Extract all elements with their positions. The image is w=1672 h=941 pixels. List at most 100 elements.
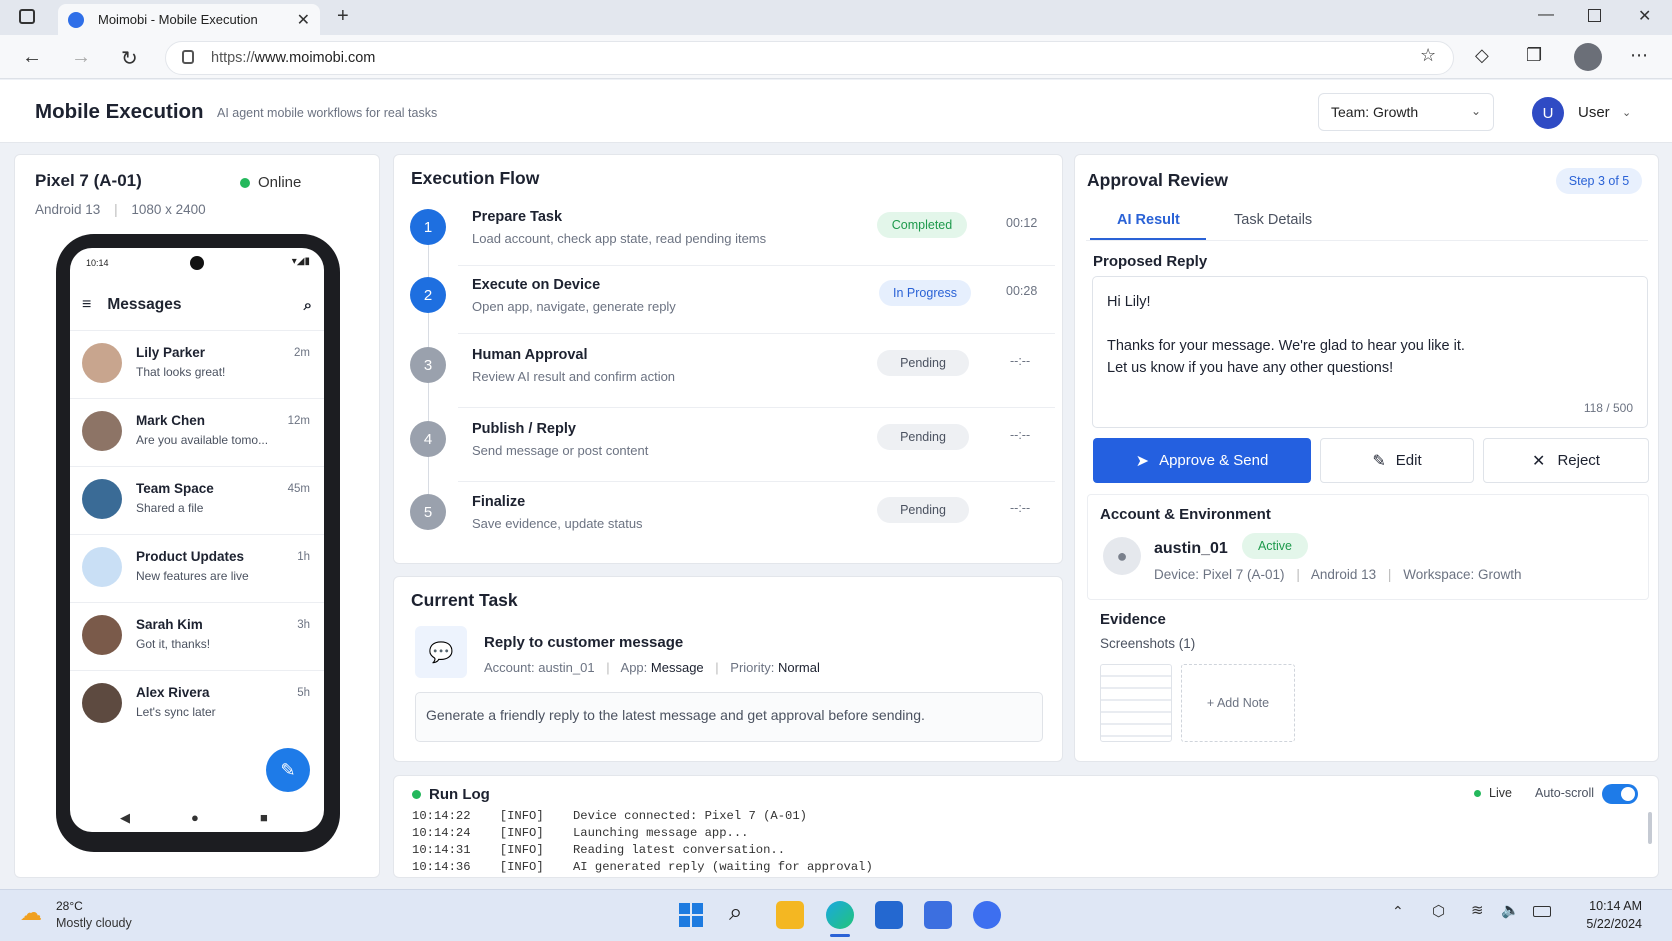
forward-icon[interactable]: → (71, 46, 91, 69)
phone-screen[interactable]: 10:14 ▾◢▮ ≡ Messages ⌕ Lily Parker That … (70, 248, 324, 832)
battery-icon[interactable] (1533, 906, 1551, 917)
lock-icon (182, 50, 194, 64)
contact-avatar (82, 547, 122, 587)
log-message: AI generated reply (waiting for approval… (572, 860, 873, 874)
conversation-row[interactable]: Team Space Shared a file 45m (70, 466, 324, 534)
conversation-row[interactable]: Product Updates New features are live 1h (70, 534, 324, 602)
status-badge: Completed (877, 212, 967, 238)
message-preview: Got it, thanks! (136, 637, 211, 651)
step-time: 00:28 (1006, 284, 1038, 298)
evidence-title: Evidence (1100, 611, 1166, 628)
extensions-icon[interactable]: ◇ (1475, 45, 1489, 66)
autoscroll-toggle[interactable] (1602, 784, 1638, 804)
phone-back-icon[interactable]: ◀ (120, 810, 130, 826)
volume-icon[interactable]: 🔈 (1501, 901, 1520, 919)
edit-button[interactable]: ✎ Edit (1320, 438, 1474, 483)
conversation-row[interactable]: Lily Parker That looks great! 2m (70, 330, 324, 398)
phone-recents-icon[interactable]: ■ (260, 810, 268, 825)
more-options-icon[interactable]: ⋯ (1630, 45, 1648, 66)
conversation-row[interactable]: Alex Rivera Let's sync later 5h (70, 670, 324, 738)
favorite-star-icon[interactable]: ☆ (1420, 45, 1436, 66)
phone-time: 10:14 (86, 258, 109, 268)
log-time: 10:14:24 (412, 826, 471, 840)
new-tab-icon[interactable]: + (337, 5, 349, 28)
reload-icon[interactable]: ↻ (121, 46, 138, 71)
approve-send-button[interactable]: ➤ Approve & Send (1093, 438, 1311, 483)
flow-step-3[interactable]: 3 Human Approval Review AI result and co… (410, 347, 1055, 413)
conversation-row[interactable]: Sarah Kim Got it, thanks! 3h (70, 602, 324, 670)
tray-chevron-up-icon[interactable]: ⌃ (1392, 903, 1404, 920)
flow-step-4[interactable]: 4 Publish / Reply Send message or post c… (410, 421, 1055, 487)
reject-button[interactable]: ✕ Reject (1483, 438, 1649, 483)
moimobi-app-icon[interactable] (924, 901, 952, 929)
tab-divider (1086, 240, 1648, 241)
phone-home-icon[interactable]: ● (191, 810, 199, 825)
message-preview: That looks great! (136, 365, 226, 379)
log-line: 10:14:22 [INFO] Device connected: Pixel … (412, 809, 807, 823)
maximize-icon[interactable] (1588, 9, 1601, 22)
close-window-icon[interactable]: ✕ (1638, 6, 1651, 26)
message-preview: Let's sync later (136, 705, 216, 719)
user-chevron-down-icon[interactable]: ⌄ (1622, 106, 1631, 119)
profile-avatar-icon[interactable] (1574, 43, 1602, 71)
browser-tab[interactable]: Moimobi - Mobile Execution ✕ (58, 4, 320, 35)
back-icon[interactable]: ← (22, 46, 42, 69)
page-subtitle: AI agent mobile workflows for real tasks (217, 106, 438, 120)
send-icon: ➤ (1135, 452, 1150, 470)
clock-date[interactable]: 5/22/2024 (1578, 917, 1642, 931)
log-message: Launching message app... (572, 826, 749, 840)
flow-step-5[interactable]: 5 Finalize Save evidence, update status … (410, 494, 1055, 560)
live-status-dot (1474, 789, 1481, 797)
app-store-icon[interactable] (973, 901, 1001, 929)
minimize-icon[interactable]: — (1538, 6, 1554, 24)
menu-icon[interactable]: ≡ (82, 296, 91, 314)
tray-shield-icon[interactable]: ⬡ (1432, 902, 1445, 920)
tab-ai-result[interactable]: AI Result (1117, 212, 1180, 228)
tab-actions-icon[interactable] (19, 9, 35, 24)
step-description: Send message or post content (472, 443, 649, 458)
edge-browser-icon[interactable] (826, 901, 854, 929)
proposed-reply-textarea[interactable]: Hi Lily! Thanks for your message. We're … (1092, 276, 1648, 428)
step-name: Prepare Task (472, 209, 563, 225)
taskbar-search-icon[interactable]: ⌕ (729, 899, 742, 927)
screenshot-thumbnail[interactable] (1100, 664, 1172, 742)
messages-header: ≡ Messages ⌕ (70, 280, 324, 330)
compose-pencil-icon[interactable]: ✎ (266, 748, 310, 792)
conversation-row[interactable]: Mark Chen Are you available tomo... 12m (70, 398, 324, 466)
step-time: --:-- (1010, 428, 1031, 442)
windows-start-icon[interactable] (679, 903, 703, 927)
log-scrollbar[interactable] (1648, 812, 1652, 844)
url-input[interactable]: https://www.moimobi.com (165, 41, 1454, 75)
contact-avatar (82, 683, 122, 723)
clock-time[interactable]: 10:14 AM (1582, 899, 1642, 913)
message-time: 2m (294, 347, 310, 359)
close-icon: ✕ (1532, 452, 1546, 470)
weather-cloud-icon[interactable]: ☁ (20, 900, 42, 926)
add-note-button[interactable]: + Add Note (1181, 664, 1295, 742)
search-icon[interactable]: ⌕ (304, 297, 312, 314)
site-favicon-icon (68, 11, 84, 28)
priority-label: Priority: (730, 660, 775, 675)
device-name: Pixel 7 (A-01) (35, 171, 142, 190)
reply-line: Hi Lily! (1107, 294, 1151, 310)
step-time: 00:12 (1006, 216, 1038, 230)
message-preview: New features are live (136, 569, 249, 583)
file-explorer-icon[interactable] (776, 901, 804, 929)
team-select[interactable]: Team: Growth ⌄ (1318, 93, 1494, 131)
account-avatar-icon: ● (1103, 537, 1141, 575)
close-tab-icon[interactable]: ✕ (297, 10, 310, 30)
user-avatar[interactable]: U (1532, 97, 1564, 129)
tab-task-details[interactable]: Task Details (1234, 212, 1312, 228)
log-time: 10:14:36 (412, 860, 471, 874)
weather-desc[interactable]: Mostly cloudy (56, 916, 132, 930)
page-title: Mobile Execution (35, 100, 204, 123)
contact-avatar (82, 479, 122, 519)
contact-name: Product Updates (136, 549, 245, 564)
log-level: [INFO] (499, 860, 544, 874)
status-badge: Pending (877, 424, 969, 450)
weather-temp[interactable]: 28°C (56, 899, 83, 913)
collections-icon[interactable]: ❐ (1526, 45, 1542, 66)
user-name[interactable]: User (1578, 104, 1610, 121)
store-icon[interactable] (875, 901, 903, 929)
wifi-icon[interactable]: ≋ (1471, 901, 1484, 919)
